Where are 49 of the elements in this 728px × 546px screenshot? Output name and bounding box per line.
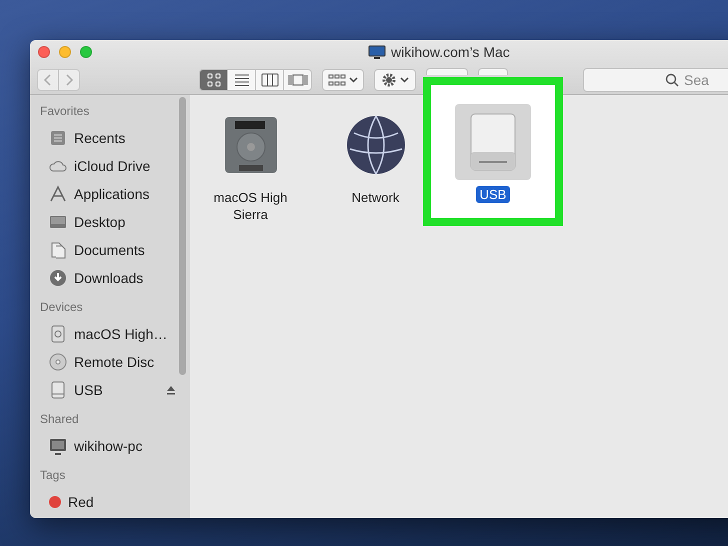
list-icon: [234, 73, 250, 87]
scrollbar[interactable]: [179, 97, 186, 375]
view-mode-button[interactable]: [255, 69, 284, 91]
close-button[interactable]: [38, 46, 50, 58]
tray-icon: [48, 128, 68, 148]
monitor-icon: [368, 45, 386, 59]
sidebar-item[interactable]: Applications: [40, 180, 176, 208]
file-name[interactable]: Network: [348, 189, 404, 206]
zoom-button[interactable]: [80, 46, 92, 58]
sidebar-item[interactable]: wikihow-pc: [40, 432, 176, 460]
sidebar-item[interactable]: Red: [40, 488, 176, 516]
columns-icon: [260, 73, 278, 87]
chevron-left-icon: [43, 74, 53, 86]
window-title: wikihow.com’s Mac: [391, 44, 510, 60]
gallery-icon: [286, 73, 308, 87]
sidebar-item[interactable]: macOS High…: [40, 320, 176, 348]
section-heading: Devices: [40, 300, 84, 315]
caret-icon: [349, 77, 358, 83]
download-icon: [48, 268, 68, 288]
sidebar-item[interactable]: Documents: [40, 236, 176, 264]
minimize-button[interactable]: [59, 46, 71, 58]
sidebar-item[interactable]: Desktop: [40, 208, 176, 236]
caret-icon: [400, 77, 409, 83]
gear-icon: [381, 72, 397, 88]
grid-icon: [206, 73, 220, 87]
section-heading: Tags: [40, 468, 66, 483]
monitor-icon: [48, 436, 68, 456]
tag-dot: [48, 495, 62, 509]
file-name[interactable]: USB: [476, 186, 510, 203]
view-mode-button[interactable]: [283, 69, 312, 91]
file-name[interactable]: macOS High Sierra: [198, 189, 303, 223]
disc-icon: [48, 352, 68, 372]
sidebar-item[interactable]: iCloud Drive: [40, 152, 176, 180]
chevron-right-icon: [64, 74, 74, 86]
grid-icon: [328, 74, 346, 86]
group-button[interactable]: [322, 69, 364, 91]
section-heading: Shared: [40, 412, 80, 427]
sidebar-item[interactable]: Downloads: [40, 264, 176, 292]
sidebar-item[interactable]: Remote Disc: [40, 348, 176, 376]
search-field[interactable]: Sea: [583, 68, 728, 92]
view-mode-button[interactable]: [199, 69, 228, 91]
action-button[interactable]: [374, 69, 416, 91]
sidebar-item[interactable]: Recents: [40, 124, 176, 152]
eject-icon[interactable]: [166, 385, 176, 395]
compass-icon: [48, 184, 68, 204]
section-heading: Favorites: [40, 104, 90, 119]
view-mode-button[interactable]: [227, 69, 256, 91]
search-icon: [665, 73, 679, 87]
sidebar-item[interactable]: USB: [40, 376, 176, 404]
